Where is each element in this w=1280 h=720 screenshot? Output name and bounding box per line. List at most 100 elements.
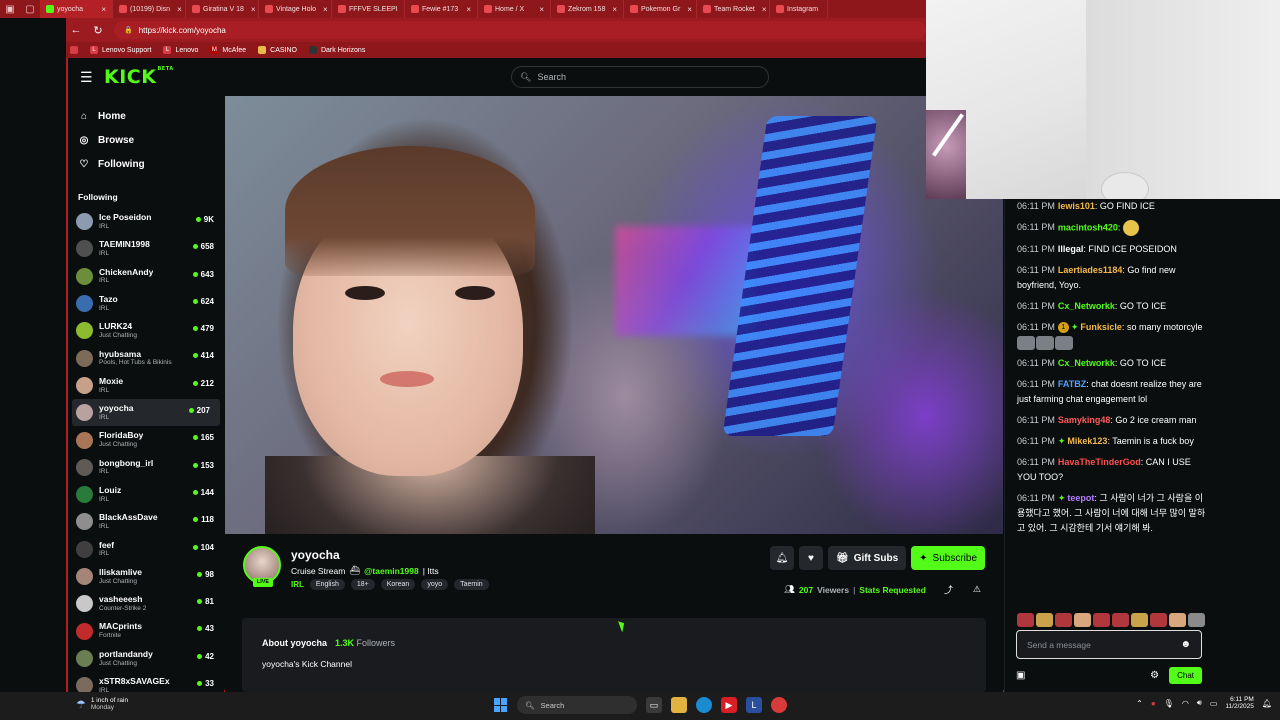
sidebar-channel[interactable]: Tazo IRL 624 (68, 290, 224, 317)
bookmark-casino[interactable]: CASINO (258, 46, 297, 54)
browser-tab[interactable]: Team Rocket × (697, 0, 770, 18)
browser-tab[interactable]: FFFVE SLEEPI× (332, 0, 405, 18)
browser-tab[interactable]: Home / X × (478, 0, 551, 18)
url-field[interactable]: 🔒 https://kick.com/yoyocha (114, 21, 926, 39)
follow-button[interactable]: ♥ (798, 546, 823, 570)
sidebar-channel[interactable]: bongbong_irl IRL 153 (68, 454, 224, 481)
tag-english[interactable]: English (309, 579, 345, 590)
close-icon[interactable]: × (247, 5, 256, 14)
message-username[interactable]: HavaTheTinderGod (1058, 457, 1141, 467)
tag-korean[interactable]: Korean (380, 579, 416, 590)
emote[interactable] (1150, 613, 1167, 627)
message-username[interactable]: Samyking48 (1058, 415, 1111, 425)
emoji-icon[interactable]: ☻ (1180, 639, 1191, 650)
battery-icon[interactable]: ▭ (1210, 699, 1218, 708)
taskbar-search[interactable]: 🔍︎ Search (517, 696, 637, 714)
category-link[interactable]: IRL (291, 580, 304, 589)
browser-tab[interactable]: (10199) Disn × (113, 0, 186, 18)
emote[interactable] (1055, 613, 1072, 627)
close-icon[interactable]: × (462, 5, 471, 14)
tag-18plus[interactable]: 18+ (350, 579, 375, 590)
browser-tab[interactable]: Pokemon Gr × (624, 0, 697, 18)
chrome-icon[interactable] (771, 697, 787, 713)
message-username[interactable]: FATBZ (1058, 379, 1086, 389)
browser-tab[interactable]: Giratina V 18 × (186, 0, 259, 18)
workspaces-icon[interactable]: ▣ (0, 0, 20, 18)
close-icon[interactable]: × (319, 5, 328, 14)
gear-icon[interactable]: ⚙ (1150, 670, 1159, 681)
streamer-name[interactable]: yoyocha (291, 548, 340, 562)
microphone-icon[interactable]: 🎙︎ (1164, 699, 1174, 708)
close-icon[interactable]: × (758, 5, 767, 14)
bookmark-lenovo[interactable]: L Lenovo (163, 46, 198, 54)
share-icon[interactable]: ⤴ (944, 583, 953, 596)
notifications-icon[interactable]: 🔔︎ (1262, 699, 1272, 708)
volume-icon[interactable]: 🔊︎ (1197, 698, 1202, 708)
message-username[interactable]: teepot (1067, 493, 1094, 503)
message-username[interactable]: Cx_Networkk (1058, 301, 1115, 311)
nav-following[interactable]: ♡ Following (68, 152, 224, 176)
report-icon[interactable]: ⚠ (973, 584, 981, 595)
sidebar-channel[interactable]: hyubsama Pools, Hot Tubs & Bikinis 414 (68, 344, 224, 371)
menu-icon[interactable]: ☰ (80, 69, 96, 86)
video-player[interactable] (225, 96, 1003, 534)
chat-input[interactable]: Send a message ☻ (1016, 630, 1202, 659)
message-username[interactable]: Mikek123 (1067, 436, 1107, 446)
emote[interactable] (1036, 613, 1053, 627)
close-icon[interactable]: × (535, 5, 544, 14)
task-view-icon[interactable]: ▭ (646, 697, 662, 713)
emote[interactable] (1074, 613, 1091, 627)
bookmark-lenovo-support[interactable]: L Lenovo Support (90, 46, 151, 54)
browser-tab[interactable]: Zekrom 158 × (551, 0, 624, 18)
sidebar-channel[interactable]: yoyocha IRL 207 (72, 399, 220, 427)
sidebar-channel[interactable]: feef IRL 104 (68, 536, 224, 563)
sidebar-channel[interactable]: xSTR8xSAVAGEx IRL 33 (68, 672, 224, 692)
close-icon[interactable]: × (683, 5, 692, 14)
browser-tab[interactable]: Instagram (770, 0, 828, 18)
youtube-icon[interactable]: ▶ (721, 697, 737, 713)
message-username[interactable]: lewis101 (1058, 201, 1095, 211)
tab-actions-icon[interactable]: ▢ (20, 0, 40, 18)
weather-widget[interactable]: ☂ 1 inch of rain Monday (76, 697, 128, 711)
chevron-up-icon[interactable]: ⌃ (1136, 699, 1143, 708)
sidebar-channel[interactable]: TAEMIN1998 IRL 658 (68, 235, 224, 262)
refresh-icon[interactable]: ↻ (92, 24, 104, 37)
search-input[interactable]: 🔍︎ Search (511, 66, 769, 88)
tag-taemin[interactable]: Taemin (454, 579, 489, 590)
nav-home[interactable]: ⌂ Home (68, 104, 224, 128)
sidebar-channel[interactable]: Moxie IRL 212 (68, 372, 224, 399)
subscribe-button[interactable]: ✦ Subscribe (911, 546, 985, 570)
sidebar-channel[interactable]: ChickenAndy IRL 643 (68, 263, 224, 290)
gift-box-icon[interactable]: ▣ (1016, 670, 1025, 681)
clock[interactable]: 6:11 PM 11/2/2025 (1225, 696, 1253, 711)
tag-yoyo[interactable]: yoyo (421, 579, 449, 590)
edge-icon[interactable] (696, 697, 712, 713)
sidebar-channel[interactable]: Ice Poseidon IRL 9K (68, 208, 224, 235)
gift-subs-button[interactable]: 🎁︎ Gift Subs (827, 546, 907, 570)
mention-link[interactable]: @taemin1998 (364, 566, 419, 576)
windows-start-icon[interactable] (494, 698, 508, 712)
close-icon[interactable]: × (97, 5, 106, 14)
bookmark-sidebar-icon[interactable] (70, 46, 78, 54)
notifications-button[interactable]: 🔔︎ (769, 546, 794, 570)
emote[interactable] (1017, 613, 1034, 627)
file-explorer-icon[interactable] (671, 697, 687, 713)
emote[interactable] (1131, 613, 1148, 627)
emote[interactable] (1188, 613, 1205, 627)
sidebar-channel[interactable]: lliskamlive Just Chatting 98 (68, 563, 224, 590)
bookmark-mcafee[interactable]: M McAfee (210, 46, 246, 54)
emote[interactable] (1112, 613, 1129, 627)
bookmark-dark-horizons[interactable]: Dark Horizons (308, 46, 365, 54)
sidebar-channel[interactable]: portlandandy Just Chatting 42 (68, 645, 224, 672)
sidebar-channel[interactable]: BlackAssDave IRL 118 (68, 508, 224, 535)
tray-app-icon[interactable]: ● (1151, 699, 1156, 708)
wifi-icon[interactable]: ◠ (1182, 699, 1189, 708)
message-username[interactable]: Funksicle (1080, 322, 1122, 332)
sidebar-channel[interactable]: FloridaBoy Just Chatting 165 (68, 426, 224, 453)
close-icon[interactable]: × (173, 5, 182, 14)
sidebar-channel[interactable]: Louiz IRL 144 (68, 481, 224, 508)
back-icon[interactable]: ← (70, 24, 82, 36)
sidebar-channel[interactable]: LURK24 Just Chatting 479 (68, 317, 224, 344)
close-icon[interactable]: × (608, 5, 617, 14)
nav-browse[interactable]: ◎ Browse (68, 128, 224, 152)
